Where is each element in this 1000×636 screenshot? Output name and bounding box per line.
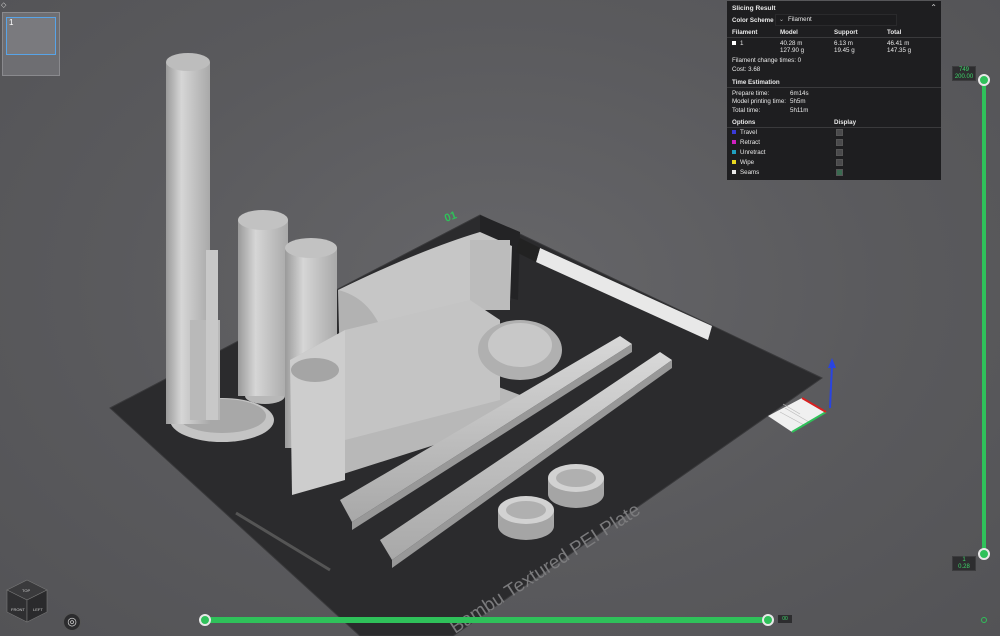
3d-viewport[interactable]: 01 Bambu Textured PEI Plate ◇ 1 Slicing … (0, 0, 1000, 636)
plate-thumbnail[interactable]: 1 (2, 12, 60, 76)
model-time-value: 5h5m (790, 98, 806, 105)
color-scheme-label: Color Scheme (732, 17, 774, 24)
move-slider-end-handle[interactable] (762, 614, 774, 626)
model-gear-disc[interactable] (478, 320, 562, 380)
travel-swatch (732, 130, 736, 135)
option-wipe: Wipe (732, 159, 754, 166)
wipe-swatch (732, 160, 736, 165)
color-scheme-value: Filament (788, 16, 812, 23)
support-length: 6.13 m (834, 40, 853, 47)
filament-change-times: Filament change times: 0 (732, 57, 802, 64)
move-slider-start-handle[interactable] (199, 614, 211, 626)
total-time-label: Total time: (732, 107, 761, 114)
seams-swatch (732, 170, 736, 175)
layer-slider-top-handle[interactable] (978, 74, 990, 86)
filament-row: 1 (732, 40, 743, 47)
filament-swatch (732, 41, 736, 46)
option-unretract: Unretract (732, 149, 765, 156)
total-length: 46.41 m (887, 40, 910, 47)
retract-swatch (732, 140, 736, 145)
header-total: Total (887, 29, 902, 36)
wipe-display-checkbox[interactable] (836, 159, 843, 166)
unretract-swatch (732, 150, 736, 155)
option-retract: Retract (732, 139, 760, 146)
navigation-cube[interactable]: TOP FRONT LEFT (5, 578, 49, 624)
total-time-value: 5h11m (790, 107, 809, 114)
layer-slider-bottom-handle[interactable] (978, 548, 990, 560)
cost: Cost: 3.68 (732, 66, 761, 73)
model-cylinder-1[interactable] (498, 496, 554, 540)
chevron-down-icon: ⌄ (779, 16, 785, 23)
layer-bottom-label: 1 0.28 (952, 556, 976, 571)
seams-display-checkbox[interactable] (836, 169, 843, 176)
reset-view-icon[interactable]: ◎ (63, 613, 81, 631)
time-estimation-title: Time Estimation (732, 79, 780, 86)
model-weight: 127.90 g (780, 47, 805, 54)
thumbnail-index: 1 (9, 18, 14, 27)
prepare-time-value: 6m14s (790, 90, 809, 97)
divider (727, 37, 941, 38)
panel-title: Slicing Result (732, 5, 776, 12)
color-scheme-select[interactable]: ⌄ Filament (775, 14, 897, 26)
thumbnail-selection (6, 17, 56, 55)
divider (727, 127, 941, 128)
display-label: Display (834, 119, 857, 126)
support-weight: 19.45 g (834, 47, 855, 54)
prepare-time-label: Prepare time: (732, 90, 770, 97)
travel-display-checkbox[interactable] (836, 129, 843, 136)
filament-id: 1 (740, 40, 744, 47)
header-model: Model (780, 29, 798, 36)
options-label: Options (732, 119, 756, 126)
plate-number: 01 (443, 209, 459, 224)
slider-settings-icon[interactable] (981, 617, 987, 623)
expand-icon[interactable]: ◇ (1, 1, 10, 10)
move-slider-track[interactable] (203, 617, 771, 623)
model-second-tower[interactable] (238, 210, 288, 404)
option-seams: Seams (732, 169, 759, 176)
move-slider-label: 00 (778, 615, 792, 623)
total-weight: 147.35 g (887, 47, 912, 54)
option-travel: Travel (732, 129, 757, 136)
model-cylinder-2[interactable] (548, 464, 604, 508)
layer-slider-track[interactable] (982, 80, 986, 556)
unretract-display-checkbox[interactable] (836, 149, 843, 156)
header-filament: Filament (732, 29, 758, 36)
retract-display-checkbox[interactable] (836, 139, 843, 146)
collapse-icon[interactable]: ⌃ (930, 3, 937, 12)
cube-left-label: LEFT (33, 607, 43, 612)
cube-top-label: TOP (22, 588, 30, 593)
header-support: Support (834, 29, 858, 36)
divider (727, 87, 941, 88)
model-length: 40.28 m (780, 40, 803, 47)
model-time-label: Model printing time: (732, 98, 786, 105)
slicing-result-panel: Slicing Result ⌃ Color Scheme ⌄ Filament… (727, 1, 941, 180)
layer-top-label: 749 200.00 (952, 66, 976, 81)
cube-front-label: FRONT (11, 607, 25, 612)
